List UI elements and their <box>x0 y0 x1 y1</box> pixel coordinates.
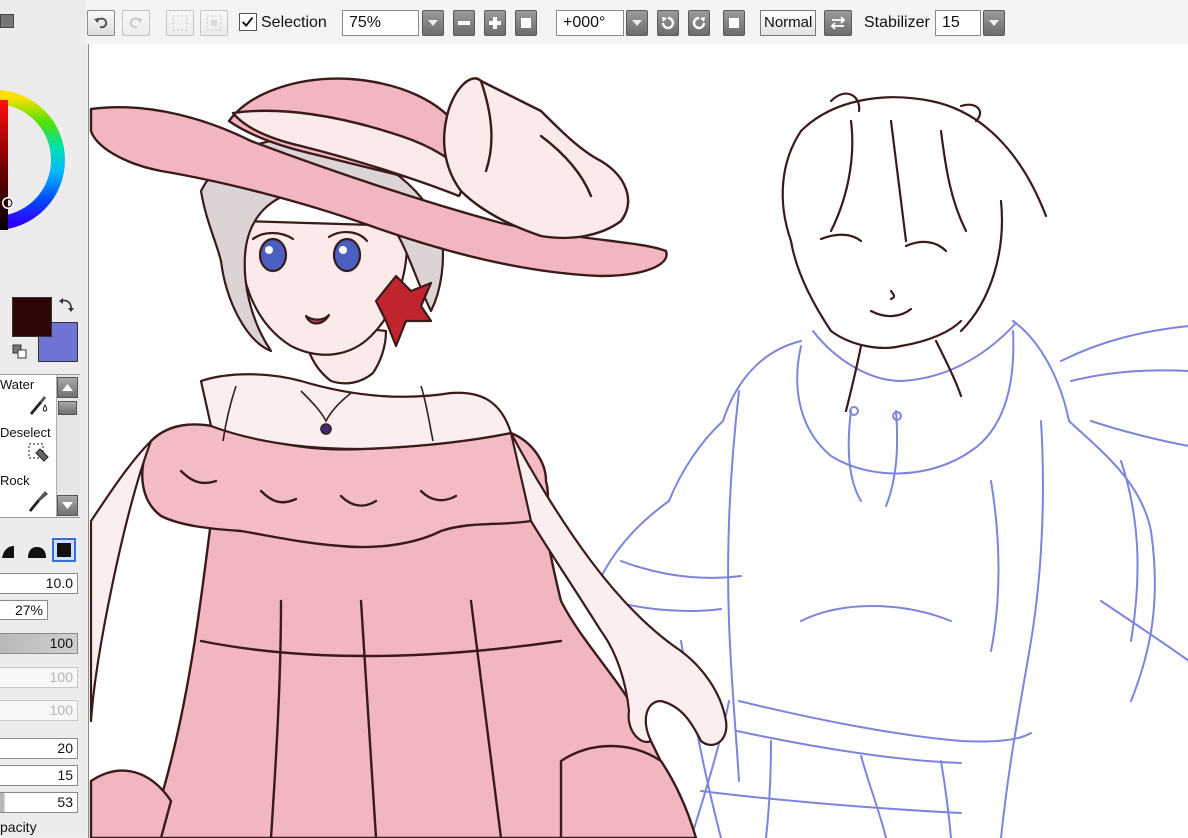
invert-selection-button[interactable] <box>200 10 228 36</box>
left-panel: Water Deselect Rock 10.0 27% 100 100 100… <box>0 0 86 837</box>
blue-sketch <box>598 320 1188 838</box>
rotate-right-button[interactable] <box>688 10 710 36</box>
rotate-left-button[interactable] <box>657 10 679 36</box>
zoom-in-button[interactable] <box>484 10 506 36</box>
tool-name-rock[interactable]: Rock <box>0 473 30 488</box>
color-wheel[interactable] <box>0 54 70 280</box>
scroll-down-button[interactable] <box>57 495 78 516</box>
tool-list-scrollbar[interactable] <box>56 375 80 517</box>
flip-horizontal-button[interactable] <box>824 10 852 36</box>
strength-slider[interactable]: 53 <box>0 792 78 813</box>
panel-toggle-icon[interactable] <box>0 14 14 28</box>
deselect-icon[interactable] <box>26 441 50 465</box>
brush-shape-flat-icon[interactable] <box>25 538 49 562</box>
minus-icon <box>458 21 470 25</box>
zoom-out-button[interactable] <box>453 10 475 36</box>
chevron-up-icon <box>62 384 73 391</box>
reset-colors-icon[interactable] <box>12 344 28 360</box>
persistence-slider[interactable]: 20 <box>0 738 78 759</box>
undo-button[interactable] <box>87 10 115 36</box>
brush-shape-square-icon <box>57 543 71 557</box>
primary-color-swatch-front[interactable] <box>12 297 52 337</box>
deselect-icon <box>172 15 188 31</box>
selection-checkbox[interactable] <box>239 13 257 31</box>
selection-label: Selection <box>261 14 327 31</box>
chevron-down-icon <box>62 502 73 509</box>
toolbar: Selection 75% +000° Normal Stabilizer 15 <box>0 0 1188 44</box>
stabilizer-label: Stabilizer <box>864 14 930 31</box>
scroll-thumb[interactable] <box>58 401 77 415</box>
dilution-slider[interactable]: 100 <box>0 700 78 721</box>
rock-brush-icon[interactable] <box>26 489 50 513</box>
zoom-dropdown-button[interactable] <box>422 10 444 36</box>
water-brush-icon[interactable] <box>26 393 50 417</box>
rotation-dropdown-button[interactable] <box>626 10 648 36</box>
boy-head-lineart <box>781 92 1048 413</box>
rotation-field[interactable]: +000° <box>556 10 624 36</box>
brush-shape-round-icon[interactable] <box>0 538 24 562</box>
min-size-field[interactable]: 27% <box>0 600 48 620</box>
chevron-down-icon <box>428 20 438 26</box>
artwork <box>89 77 1188 838</box>
flip-horizontal-icon <box>830 16 846 30</box>
square-icon <box>521 18 531 28</box>
tool-name-water[interactable]: Water <box>0 377 34 392</box>
view-mode-button[interactable]: Normal <box>760 10 816 36</box>
rotate-left-icon <box>661 16 675 30</box>
chevron-down-icon <box>632 20 642 26</box>
redo-button[interactable] <box>122 10 150 36</box>
rotation-reset-button[interactable] <box>723 10 745 36</box>
swap-colors-icon[interactable] <box>58 297 76 315</box>
undo-icon <box>94 17 108 29</box>
tool-list: Water Deselect Rock <box>0 374 80 518</box>
zoom-reset-button[interactable] <box>515 10 537 36</box>
brush-size-field[interactable]: 10.0 <box>0 573 78 594</box>
invert-selection-icon <box>206 15 222 31</box>
deselect-button[interactable] <box>166 10 194 36</box>
checkmark-icon <box>241 16 254 28</box>
plus-icon <box>489 17 501 29</box>
stabilizer-dropdown-button[interactable] <box>983 10 1005 36</box>
brush-shape-square-button[interactable] <box>52 538 76 562</box>
opacity-label: pacity <box>0 819 37 835</box>
square-icon <box>729 18 739 28</box>
chevron-down-icon <box>989 20 999 26</box>
density-slider[interactable]: 100 <box>0 633 78 654</box>
stabilizer-field[interactable]: 15 <box>935 10 981 36</box>
hardness-slider[interactable]: 15 <box>0 765 78 786</box>
drawing-canvas[interactable] <box>88 40 1188 838</box>
redo-icon <box>129 17 143 29</box>
tool-name-deselect[interactable]: Deselect <box>0 425 51 440</box>
blending-slider[interactable]: 100 <box>0 667 78 688</box>
rotate-right-icon <box>692 16 706 30</box>
scroll-up-button[interactable] <box>57 377 78 398</box>
zoom-field[interactable]: 75% <box>342 10 419 36</box>
